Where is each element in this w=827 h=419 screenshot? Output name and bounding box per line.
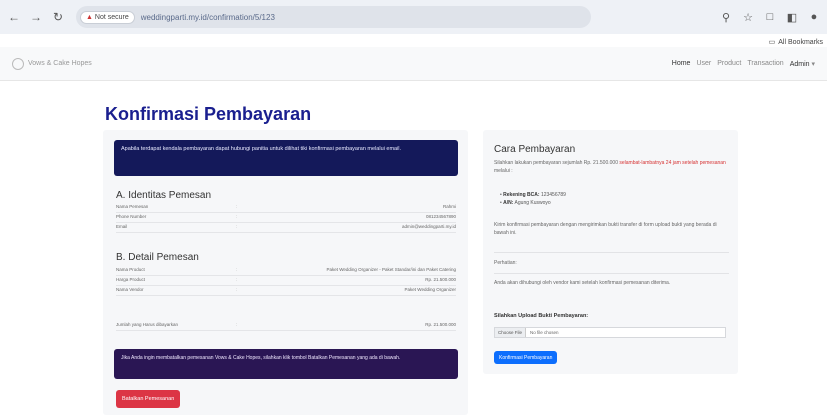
info-alert: Apabila terdapat kendala pembayaran dapa… xyxy=(114,140,458,176)
warning-icon: ▲ xyxy=(86,13,93,21)
profile-icon[interactable]: ● xyxy=(807,11,821,23)
table-row: Nama Pemesan: Rahmi xyxy=(116,204,456,213)
total-row: Jumlah yang Harus dibayarkan: Rp. 21.500.… xyxy=(116,322,456,331)
choose-file-button[interactable]: Choose File xyxy=(495,328,527,337)
divider xyxy=(494,273,729,274)
warning-title: Perhatian: xyxy=(494,260,517,266)
extensions-icon[interactable]: □ xyxy=(763,11,777,23)
warning-text: Anda akan dihubungi oleh vendor kami set… xyxy=(494,280,671,286)
forward-icon[interactable]: → xyxy=(28,9,44,25)
confirm-payment-button[interactable]: Konfirmasi Pembayaran xyxy=(494,351,558,364)
payment-note: Kirim konfirmasi pembayaran dengan mengi… xyxy=(494,222,717,236)
payment-intro: Silahkan lakukan pembayaran sejumlah Rp.… xyxy=(494,160,726,174)
cancel-alert: Jika Anda ingin membatalkan pemesanan Vo… xyxy=(114,349,458,379)
zoom-icon[interactable]: ⚲ xyxy=(719,11,733,24)
not-secure-badge[interactable]: ▲ Not secure xyxy=(80,10,135,24)
nav-transaction[interactable]: Transaction xyxy=(747,60,783,68)
folder-icon: ▭ xyxy=(768,39,776,46)
nav-product[interactable]: Product xyxy=(717,60,741,68)
table-row: Email: admin@weddingparti.my.id xyxy=(116,224,456,233)
nav-home[interactable]: Home xyxy=(672,60,691,68)
reload-icon[interactable]: ↻ xyxy=(50,9,66,25)
section-identity-title: A. Identitas Pemesan xyxy=(116,190,212,201)
table-row: Nama Product: Paket Wedding Organizer - P… xyxy=(116,267,456,276)
upload-label: Silahkan Upload Bukti Pembayaran: xyxy=(494,313,589,319)
star-icon[interactable]: ☆ xyxy=(741,11,755,24)
table-row: Nama Vendor: Paket Wedding Organizer xyxy=(116,287,456,296)
url-text: weddingparti.my.id/confirmation/5/123 xyxy=(140,12,275,22)
brand[interactable]: Vows & Cake Hopes xyxy=(12,57,92,70)
address-bar[interactable]: ▲ Not secure weddingparti.my.id/confirma… xyxy=(76,6,591,28)
sidepanel-icon[interactable]: ◧ xyxy=(785,11,799,24)
nav-user[interactable]: User xyxy=(696,60,711,68)
section-detail-title: B. Detail Pemesan xyxy=(116,252,199,263)
table-row: Harga Product: Rp. 21.500.000 xyxy=(116,277,456,286)
payment-card: Cara Pembayaran Silahkan lakukan pembaya… xyxy=(483,130,738,374)
proof-file-input[interactable]: Choose File No file chosen xyxy=(494,327,726,338)
logo-icon xyxy=(12,57,24,70)
nav-admin[interactable]: Admin ▾ xyxy=(790,60,815,68)
browser-toolbar: ← → ↻ ▲ Not secure weddingparti.my.id/co… xyxy=(0,0,827,34)
cancel-order-button[interactable]: Batalkan Pemesanan xyxy=(116,390,181,408)
site-navbar: Vows & Cake Hopes Home User Product Tran… xyxy=(0,47,827,81)
file-status: No file chosen xyxy=(530,330,559,335)
divider xyxy=(494,252,729,253)
order-card: Apabila terdapat kendala pembayaran dapa… xyxy=(103,130,468,415)
table-row: Phone Number:081234567890 xyxy=(116,214,456,223)
bank-list: • Rekening BCA: 123456789 • A/N: Agung K… xyxy=(500,192,566,208)
page-title: Konfirmasi Pembayaran xyxy=(105,104,312,124)
payment-title: Cara Pembayaran xyxy=(494,144,576,155)
list-item: • Rekening BCA: 123456789 xyxy=(500,192,566,198)
bookmarks-bar[interactable]: ▭ All Bookmarks xyxy=(768,38,823,47)
nav-menu: Home User Product Transaction Admin ▾ xyxy=(672,60,815,68)
back-icon[interactable]: ← xyxy=(6,9,22,25)
list-item: • A/N: Agung Kuswoyo xyxy=(500,200,551,206)
